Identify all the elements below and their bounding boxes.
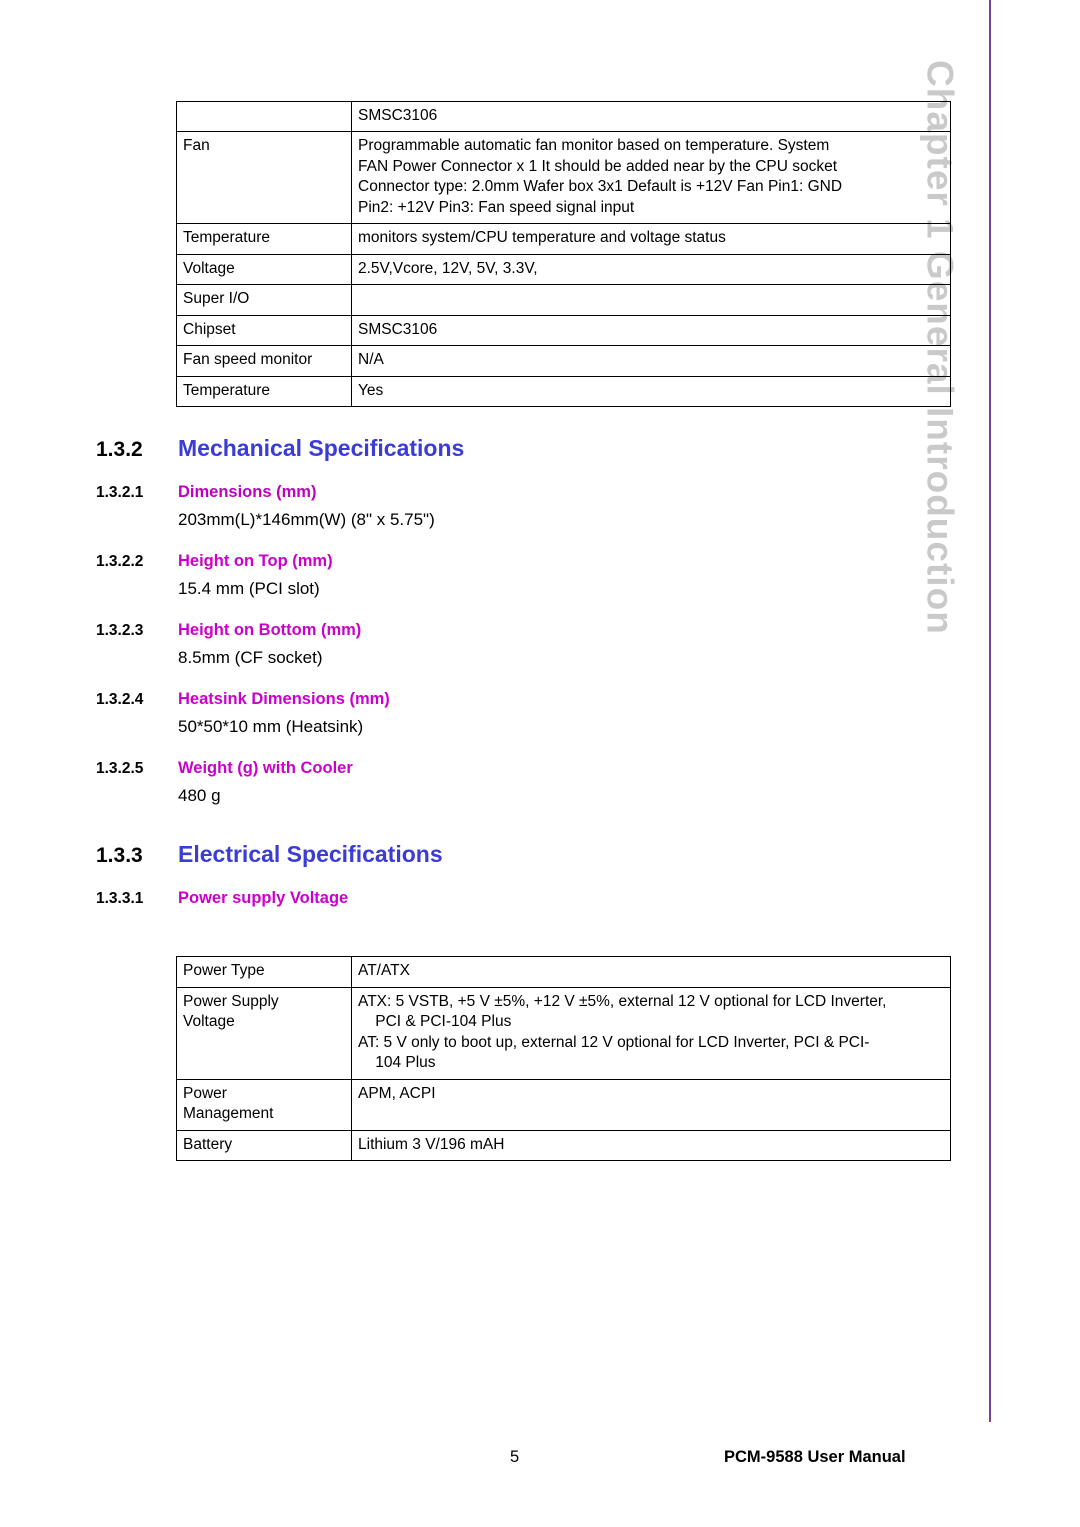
cell-line: SMSC3106 bbox=[358, 107, 438, 124]
subsection-body: 15.4 mm (PCI slot) bbox=[178, 579, 320, 599]
cell-label: Super I/O bbox=[176, 284, 352, 316]
table-row: Power Management APM, ACPI bbox=[176, 1078, 951, 1131]
subsection-number: 1.3.3.1 bbox=[96, 890, 144, 908]
cell-line: Power Type bbox=[183, 962, 265, 980]
subsection-heading-heatsink: 1.3.2.4 Heatsink Dimensions (mm) bbox=[96, 690, 932, 709]
cell-line: FAN Power Connector x 1 It should be add… bbox=[358, 157, 838, 175]
cell-line: Connector type: 2.0mm Wafer box 3x1 Defa… bbox=[358, 178, 843, 196]
table-row: Voltage 2.5V,Vcore, 12V, 5V, 3.3V, bbox=[176, 253, 951, 286]
cell-label: Temperature bbox=[176, 375, 352, 407]
power-spec-table: Power Type AT/ATX Power Supply Voltage A… bbox=[176, 956, 951, 1162]
cell-value: APM, ACPI bbox=[351, 1078, 951, 1131]
system-monitor-table: SMSC3106 Fan Programmable automatic fan … bbox=[176, 100, 951, 407]
cell-label: Voltage bbox=[176, 253, 352, 286]
table-row: Temperature monitors system/CPU temperat… bbox=[176, 223, 951, 255]
cell-value: Lithium 3 V/196 mAH bbox=[351, 1129, 951, 1162]
cell-value: SMSC3106 bbox=[351, 100, 951, 133]
cell-value bbox=[351, 284, 951, 316]
subsection-title: Power supply Voltage bbox=[178, 889, 349, 908]
table-row: Chipset SMSC3106 bbox=[176, 314, 951, 347]
table-row: Power Supply Voltage ATX: 5 VSTB, +5 V ±… bbox=[176, 986, 951, 1080]
section-title: Mechanical Specifications bbox=[178, 434, 465, 461]
cell-line: SMSC3106 bbox=[358, 320, 438, 338]
section-title: Electrical Specifications bbox=[178, 841, 443, 868]
cell-line: ATX: 5 VSTB, +5 V ±5%, +12 V ±5%, extern… bbox=[358, 992, 887, 1010]
subsection-heading-weight: 1.3.2.5 Weight (g) with Cooler bbox=[96, 759, 932, 778]
subsection-heading-dimensions: 1.3.2.1 Dimensions (mm) bbox=[96, 483, 932, 502]
cell-line: Voltage bbox=[183, 1013, 235, 1031]
section-heading-mechanical: 1.3.2 Mechanical Specifications bbox=[96, 435, 932, 462]
cell-line: Power bbox=[183, 1084, 227, 1102]
subsection-number: 1.3.2.1 bbox=[96, 483, 144, 501]
subsection-number: 1.3.2.2 bbox=[96, 553, 144, 571]
page-content: SMSC3106 Fan Programmable automatic fan … bbox=[96, 0, 951, 1162]
table-row: Super I/O bbox=[176, 284, 951, 316]
subsection-heading-height-bottom: 1.3.2.3 Height on Bottom (mm) bbox=[96, 621, 932, 640]
cell-label: Power Management bbox=[176, 1078, 352, 1131]
cell-value: Programmable automatic fan monitor based… bbox=[351, 131, 951, 225]
cell-label: Power Supply Voltage bbox=[176, 986, 352, 1080]
subsection-number: 1.3.2.3 bbox=[96, 622, 144, 640]
cell-value: Yes bbox=[351, 375, 951, 407]
cell-value: 2.5V,Vcore, 12V, 5V, 3.3V, bbox=[351, 253, 951, 286]
table-row: Battery Lithium 3 V/196 mAH bbox=[176, 1129, 951, 1162]
table-row: Temperature Yes bbox=[176, 375, 951, 407]
section-number: 1.3.2 bbox=[96, 437, 143, 461]
cell-line: Management bbox=[183, 1105, 274, 1123]
cell-line: Yes bbox=[358, 381, 384, 399]
subsection-body: 8.5mm (CF socket) bbox=[178, 648, 323, 668]
cell-label: Battery bbox=[176, 1129, 352, 1162]
cell-line: AT: 5 V only to boot up, external 12 V o… bbox=[358, 1033, 870, 1051]
cell-line: AT/ATX bbox=[358, 962, 410, 980]
subsection-body: 203mm(L)*146mm(W) (8" x 5.75") bbox=[178, 509, 435, 529]
cell-label: Chipset bbox=[176, 314, 352, 347]
cell-label bbox=[176, 100, 352, 133]
subsection-title: Heatsink Dimensions (mm) bbox=[178, 690, 390, 709]
subsection-title: Height on Top (mm) bbox=[178, 552, 333, 571]
cell-label: Temperature bbox=[176, 223, 352, 255]
cell-line: Lithium 3 V/196 mAH bbox=[358, 1135, 505, 1153]
cell-line: Battery bbox=[183, 1135, 233, 1153]
footer-manual-title: PCM-9588 User Manual bbox=[724, 1448, 906, 1466]
subsection-title: Weight (g) with Cooler bbox=[178, 759, 353, 778]
cell-line: Programmable automatic fan monitor based… bbox=[358, 137, 830, 155]
cell-line: Power Supply bbox=[183, 992, 279, 1010]
table-row: Fan Programmable automatic fan monitor b… bbox=[176, 131, 951, 225]
cell-line: Pin2: +12V Pin3: Fan speed signal input bbox=[358, 198, 635, 216]
subsection-body: 480 g bbox=[178, 786, 221, 806]
subsection-title: Dimensions (mm) bbox=[178, 482, 317, 501]
subsection-heading-power-supply-voltage: 1.3.3.1 Power supply Voltage bbox=[96, 889, 932, 908]
section-number: 1.3.3 bbox=[96, 844, 143, 868]
cell-line: APM, ACPI bbox=[358, 1084, 436, 1102]
table-row: Fan speed monitor N/A bbox=[176, 345, 951, 377]
footer-page-number: 5 bbox=[510, 1448, 520, 1466]
cell-label: Power Type bbox=[176, 956, 352, 988]
cell-line: 104 Plus bbox=[358, 1054, 436, 1072]
table-row: Power Type AT/ATX bbox=[176, 956, 951, 988]
subsection-heading-height-top: 1.3.2.2 Height on Top (mm) bbox=[96, 552, 932, 571]
subsection-title: Height on Bottom (mm) bbox=[178, 621, 362, 640]
cell-value: ATX: 5 VSTB, +5 V ±5%, +12 V ±5%, extern… bbox=[351, 986, 951, 1080]
section-heading-electrical: 1.3.3 Electrical Specifications bbox=[96, 841, 932, 868]
cell-line: monitors system/CPU temperature and volt… bbox=[358, 229, 726, 247]
cell-value: AT/ATX bbox=[351, 956, 951, 988]
subsection-number: 1.3.2.5 bbox=[96, 760, 144, 778]
cell-line: 2.5V,Vcore, 12V, 5V, 3.3V, bbox=[358, 259, 538, 277]
cell-line: PCI & PCI-104 Plus bbox=[358, 1013, 512, 1031]
cell-value: N/A bbox=[351, 345, 951, 377]
subsection-body: 50*50*10 mm (Heatsink) bbox=[178, 717, 364, 737]
cell-value: monitors system/CPU temperature and volt… bbox=[351, 223, 951, 255]
cell-label: Fan speed monitor bbox=[176, 345, 352, 377]
subsection-number: 1.3.2.4 bbox=[96, 691, 144, 709]
chapter-side-rule bbox=[989, 0, 991, 1422]
document-page: Chapter 1 General Introduction SMSC3106 … bbox=[0, 0, 1080, 1527]
table-row: SMSC3106 bbox=[176, 100, 951, 133]
cell-value: SMSC3106 bbox=[351, 314, 951, 347]
cell-label: Fan bbox=[176, 131, 352, 225]
cell-line: N/A bbox=[358, 351, 384, 369]
